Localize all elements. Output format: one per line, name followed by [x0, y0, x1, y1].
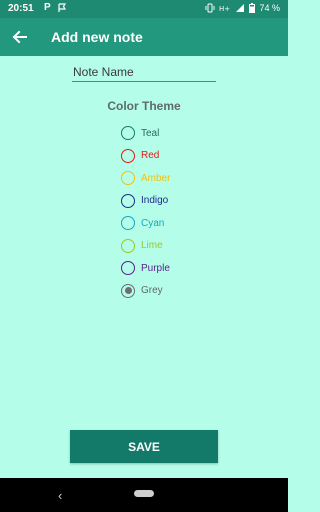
- radio-circle-icon[interactable]: [121, 171, 135, 185]
- note-name-input[interactable]: [72, 62, 216, 82]
- color-option-purple[interactable]: Purple: [121, 259, 170, 277]
- radio-circle-icon[interactable]: [121, 193, 135, 208]
- color-option-label: Amber: [141, 172, 171, 184]
- radio-circle-icon[interactable]: [121, 148, 135, 163]
- color-option-label: Teal: [141, 127, 160, 139]
- network-h-plus-icon: H+: [219, 3, 231, 13]
- page-title: Add new note: [51, 29, 143, 45]
- signal-icon: [235, 3, 245, 13]
- p-app-icon: P: [44, 2, 51, 13]
- color-option-amber[interactable]: Amber: [121, 169, 170, 187]
- status-bar: 20:51 P H+ 74 %: [0, 0, 288, 18]
- color-theme-heading: Color Theme: [107, 99, 181, 113]
- color-option-label: Indigo: [141, 195, 169, 206]
- back-arrow-icon[interactable]: [10, 27, 30, 47]
- vibrate-icon: [205, 3, 215, 13]
- radio-circle-icon[interactable]: [121, 216, 135, 230]
- color-option-red[interactable]: Red: [121, 147, 159, 165]
- status-right-cluster: H+ 74 %: [205, 3, 280, 13]
- app-bar: Add new note: [0, 18, 288, 56]
- color-option-grey[interactable]: Grey: [121, 282, 163, 300]
- radio-selected-dot: [124, 287, 132, 294]
- color-option-label: Grey: [141, 285, 163, 296]
- status-time: 20:51: [8, 3, 34, 14]
- nav-home-pill[interactable]: [134, 490, 154, 497]
- flag-icon: [57, 3, 67, 13]
- color-option-label: Cyan: [141, 217, 165, 229]
- color-option-label: Red: [141, 150, 160, 161]
- radio-circle-icon[interactable]: [121, 238, 135, 253]
- battery-icon: [249, 3, 256, 13]
- color-option-lime[interactable]: Lime: [121, 237, 163, 255]
- radio-circle-icon[interactable]: [121, 126, 135, 140]
- nav-back-icon[interactable]: ‹: [58, 488, 62, 503]
- system-nav-bar: ‹: [0, 478, 288, 512]
- color-option-cyan[interactable]: Cyan: [121, 214, 164, 232]
- color-option-indigo[interactable]: Indigo: [121, 192, 168, 210]
- color-option-label: Lime: [141, 240, 163, 251]
- radio-circle-icon[interactable]: [121, 261, 135, 275]
- battery-percent: 74 %: [259, 3, 280, 13]
- radio-circle-icon[interactable]: [121, 283, 135, 298]
- svg-text:H+: H+: [219, 5, 230, 13]
- save-button[interactable]: SAVE: [70, 430, 218, 463]
- color-option-label: Purple: [141, 262, 170, 274]
- color-option-teal[interactable]: Teal: [121, 124, 159, 142]
